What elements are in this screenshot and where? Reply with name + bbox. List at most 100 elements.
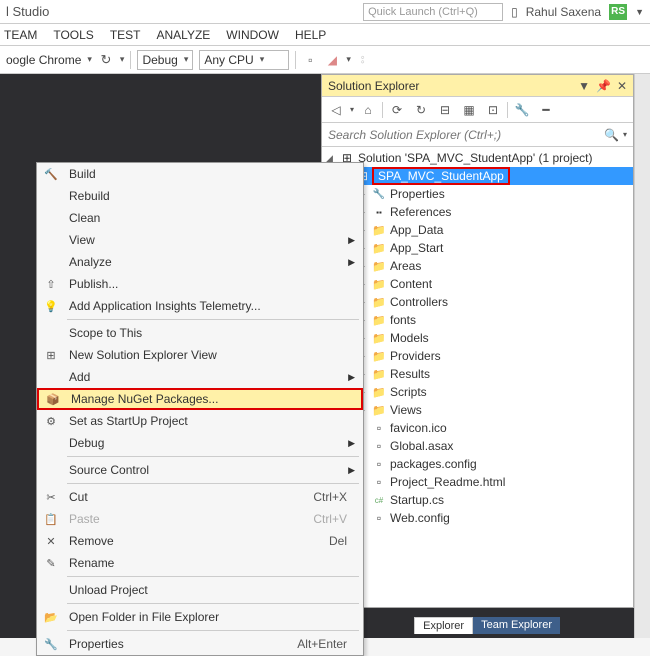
- chevron-down-icon[interactable]: ▾: [623, 130, 627, 139]
- menu-item-remove[interactable]: ✕RemoveDel: [37, 530, 363, 552]
- tree-node[interactable]: ▷📁Areas: [322, 257, 633, 275]
- tree-node[interactable]: ▷🔧Properties: [322, 185, 633, 203]
- tab-explorer[interactable]: Explorer: [414, 617, 473, 634]
- tree-node[interactable]: ▷📁Providers: [322, 347, 633, 365]
- platform-dropdown[interactable]: Any CPU: [199, 50, 289, 70]
- tree-node-label: References: [390, 205, 451, 219]
- chevron-down-icon[interactable]: ▾: [87, 54, 92, 65]
- menu-analyze[interactable]: ANALYZE: [156, 28, 210, 42]
- panel-pin-icon[interactable]: 📌: [596, 79, 611, 93]
- menu-test[interactable]: TEST: [110, 28, 141, 42]
- tb-icon-1[interactable]: ▫: [302, 52, 318, 68]
- collapse-icon[interactable]: ⊟: [435, 100, 455, 120]
- properties-icon[interactable]: ⊡: [483, 100, 503, 120]
- tree-node[interactable]: ▷▪▪References: [322, 203, 633, 221]
- sync-icon[interactable]: ⟳: [387, 100, 407, 120]
- tree-node[interactable]: ▷📁App_Start: [322, 239, 633, 257]
- tree-node[interactable]: ▷▫Global.asax: [322, 437, 633, 455]
- chevron-down-icon[interactable]: ▼: [635, 7, 644, 17]
- tree-node-label: Startup.cs: [390, 493, 444, 507]
- search-icon[interactable]: 🔍: [604, 128, 619, 142]
- menu-item-manage-nuget-packages[interactable]: 📦Manage NuGet Packages...: [37, 388, 363, 410]
- menu-item-unload-project[interactable]: Unload Project: [37, 579, 363, 601]
- tree-node[interactable]: ▷📁Results: [322, 365, 633, 383]
- menu-item-properties[interactable]: 🔧PropertiesAlt+Enter: [37, 633, 363, 655]
- menu-item-label: View: [65, 233, 363, 247]
- insights-icon: 💡: [37, 300, 65, 313]
- menu-item-rebuild[interactable]: Rebuild: [37, 185, 363, 207]
- user-badge[interactable]: RS: [609, 4, 627, 20]
- config-dropdown[interactable]: Debug: [137, 50, 193, 70]
- tree-node[interactable]: ▷📁Models: [322, 329, 633, 347]
- tree-node[interactable]: ▷▫Project_Readme.html: [322, 473, 633, 491]
- menu-item-label: Rebuild: [65, 189, 363, 203]
- gear-icon: ⚙: [37, 415, 65, 428]
- tree-node[interactable]: ▷▫favicon.ico: [322, 419, 633, 437]
- folder-icon: 📁: [372, 241, 386, 255]
- show-all-icon[interactable]: ▦: [459, 100, 479, 120]
- tree-node-label: Properties: [390, 187, 445, 201]
- menu-window[interactable]: WINDOW: [226, 28, 279, 42]
- project-node[interactable]: ◢ ⊞ SPA_MVC_StudentApp: [322, 167, 633, 185]
- tree-node-label: fonts: [390, 313, 416, 327]
- tree-node-label: Controllers: [390, 295, 448, 309]
- panel-header[interactable]: Solution Explorer ▼ 📌 ✕: [322, 75, 633, 97]
- menu-item-label: Cut: [65, 490, 297, 504]
- shortcut-label: Alt+Enter: [281, 637, 363, 651]
- menu-help[interactable]: HELP: [295, 28, 326, 42]
- right-docking-strip[interactable]: [634, 74, 650, 638]
- menu-item-scope-to-this[interactable]: Scope to This: [37, 322, 363, 344]
- panel-close-icon[interactable]: ✕: [617, 79, 627, 93]
- menu-item-cut[interactable]: ✂CutCtrl+X: [37, 486, 363, 508]
- tree-node[interactable]: ▷📁fonts: [322, 311, 633, 329]
- solution-node[interactable]: ◢ ⊞ Solution 'SPA_MVC_StudentApp' (1 pro…: [322, 149, 633, 167]
- menu-item-debug[interactable]: Debug▶: [37, 432, 363, 454]
- menu-item-add[interactable]: Add▶: [37, 366, 363, 388]
- home-icon[interactable]: ⌂: [358, 100, 378, 120]
- tree-node[interactable]: ▷📁Views: [322, 401, 633, 419]
- tree-node[interactable]: ▷📁Scripts: [322, 383, 633, 401]
- notification-icon[interactable]: ▯: [511, 5, 518, 19]
- tb-icon-2[interactable]: ◢: [324, 52, 340, 68]
- search-input[interactable]: [328, 128, 604, 142]
- tree-node[interactable]: ▷📁Content: [322, 275, 633, 293]
- menu-item-source-control[interactable]: Source Control▶: [37, 459, 363, 481]
- menu-item-clean[interactable]: Clean: [37, 207, 363, 229]
- menu-team[interactable]: TEAM: [4, 28, 37, 42]
- tree-node[interactable]: ▷📁App_Data: [322, 221, 633, 239]
- back-icon[interactable]: ◁: [326, 100, 346, 120]
- refresh-icon[interactable]: [98, 52, 114, 68]
- solution-tree[interactable]: ◢ ⊞ Solution 'SPA_MVC_StudentApp' (1 pro…: [322, 147, 633, 607]
- panel-search[interactable]: 🔍 ▾: [322, 123, 633, 147]
- menu-item-add-application-insights-telemetry[interactable]: 💡Add Application Insights Telemetry...: [37, 295, 363, 317]
- user-name[interactable]: Rahul Saxena: [526, 5, 601, 19]
- menu-item-label: Publish...: [65, 277, 363, 291]
- browser-label[interactable]: oogle Chrome: [6, 53, 81, 67]
- menu-item-open-folder-in-file-explorer[interactable]: 📂Open Folder in File Explorer: [37, 606, 363, 628]
- menu-item-rename[interactable]: ✎Rename: [37, 552, 363, 574]
- tree-node-label: packages.config: [390, 457, 477, 471]
- dash-icon[interactable]: ━: [536, 100, 556, 120]
- tab-team-explorer[interactable]: Team Explorer: [473, 617, 560, 634]
- menu-item-build[interactable]: 🔨Build: [37, 163, 363, 185]
- tree-node[interactable]: ▷▫packages.config: [322, 455, 633, 473]
- refresh-icon[interactable]: ↻: [411, 100, 431, 120]
- tree-node[interactable]: ▷📁Controllers: [322, 293, 633, 311]
- panel-dropdown-icon[interactable]: ▼: [578, 79, 590, 93]
- tree-node-label: Global.asax: [390, 439, 453, 453]
- menu-item-view[interactable]: View▶: [37, 229, 363, 251]
- menu-item-label: Unload Project: [65, 583, 363, 597]
- tree-node[interactable]: ▷▫Web.config: [322, 509, 633, 527]
- menu-item-publish[interactable]: ⇧Publish...: [37, 273, 363, 295]
- tree-node[interactable]: ▷c#Startup.cs: [322, 491, 633, 509]
- menu-item-label: Analyze: [65, 255, 363, 269]
- toolbar: oogle Chrome ▾ ▾ Debug Any CPU ▫ ◢ ▾ ⦂: [0, 46, 650, 74]
- shortcut-label: Del: [313, 534, 363, 548]
- menu-item-new-solution-explorer-view[interactable]: ⊞New Solution Explorer View: [37, 344, 363, 366]
- menu-item-analyze[interactable]: Analyze▶: [37, 251, 363, 273]
- quick-launch-input[interactable]: Quick Launch (Ctrl+Q): [363, 3, 503, 21]
- menu-item-set-as-startup-project[interactable]: ⚙Set as StartUp Project: [37, 410, 363, 432]
- wrench-icon[interactable]: 🔧: [512, 100, 532, 120]
- separator: [67, 576, 359, 577]
- menu-tools[interactable]: TOOLS: [53, 28, 93, 42]
